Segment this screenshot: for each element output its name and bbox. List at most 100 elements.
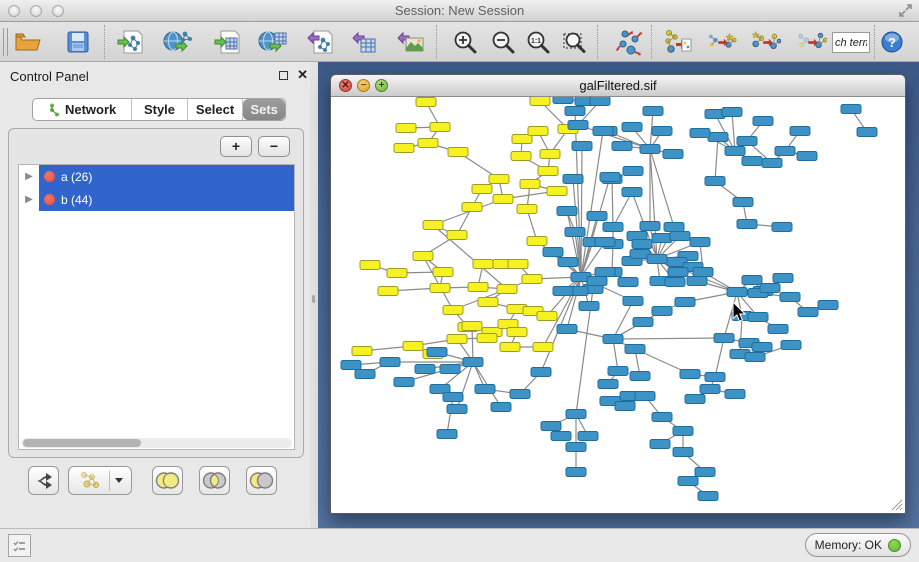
graph-node[interactable]	[612, 142, 632, 151]
panel-splitter[interactable]	[310, 62, 318, 528]
graph-node[interactable]	[443, 306, 463, 315]
graph-node[interactable]	[447, 405, 467, 414]
graph-node[interactable]	[647, 255, 667, 264]
graph-node[interactable]	[737, 137, 757, 146]
graph-node[interactable]	[427, 348, 447, 357]
graph-node[interactable]	[773, 274, 793, 283]
graph-node[interactable]	[633, 318, 653, 327]
export-table-button[interactable]	[349, 27, 379, 57]
graph-node[interactable]	[595, 238, 615, 247]
zoom-in-button[interactable]	[450, 27, 480, 57]
graph-node[interactable]	[760, 284, 780, 293]
set-union-button[interactable]	[152, 466, 183, 495]
graph-node[interactable]	[565, 228, 585, 237]
add-set-button[interactable]: +	[220, 136, 252, 157]
graph-node[interactable]	[447, 231, 467, 240]
graph-node[interactable]	[437, 430, 457, 439]
graph-node[interactable]	[355, 370, 375, 379]
graph-node[interactable]	[527, 237, 547, 246]
graph-node[interactable]	[528, 127, 548, 136]
graph-node[interactable]	[664, 223, 684, 232]
graph-node[interactable]	[690, 238, 710, 247]
graph-node[interactable]	[652, 413, 672, 422]
graph-node[interactable]	[418, 139, 438, 148]
graph-node[interactable]	[566, 443, 586, 452]
graph-node[interactable]	[608, 367, 628, 376]
graph-node[interactable]	[590, 97, 610, 106]
graph-node[interactable]	[857, 128, 877, 137]
graph-node[interactable]	[568, 121, 588, 130]
graph-node[interactable]	[443, 393, 463, 402]
graph-node[interactable]	[522, 275, 542, 284]
graph-node[interactable]	[603, 223, 623, 232]
graph-node[interactable]	[623, 297, 643, 306]
graph-node[interactable]	[742, 276, 762, 285]
graph-node[interactable]	[447, 335, 467, 344]
remove-set-button[interactable]: −	[258, 136, 290, 157]
graph-node[interactable]	[587, 277, 607, 286]
graph-node[interactable]	[566, 468, 586, 477]
graph-node[interactable]	[468, 283, 488, 292]
graph-node[interactable]	[557, 207, 577, 216]
graph-node[interactable]	[507, 328, 527, 337]
graph-node[interactable]	[742, 157, 762, 166]
graph-node[interactable]	[540, 150, 560, 159]
import-table-url-button[interactable]	[258, 27, 288, 57]
zoom-out-button[interactable]	[488, 27, 518, 57]
graph-node[interactable]	[543, 248, 563, 257]
graph-node[interactable]	[533, 343, 553, 352]
dropdown-arrow-icon[interactable]	[115, 478, 123, 483]
graph-node[interactable]	[579, 302, 599, 311]
set-intersection-button[interactable]	[199, 466, 230, 495]
list-item[interactable]: ▶ a (26)	[19, 165, 294, 188]
network-frame[interactable]: ✕ − + galFiltered.sif	[330, 74, 906, 514]
graph-node[interactable]	[752, 343, 772, 352]
scrollbar-thumb[interactable]	[23, 439, 141, 447]
graph-node[interactable]	[598, 380, 618, 389]
graph-node[interactable]	[687, 277, 707, 286]
graph-node[interactable]	[841, 105, 861, 114]
zoom-actual-size-button[interactable]: 1:1	[523, 27, 553, 57]
network-frame-titlebar[interactable]: ✕ − + galFiltered.sif	[331, 75, 905, 97]
zoom-fit-selected-button[interactable]	[560, 27, 590, 57]
frame-close-button[interactable]: ✕	[339, 79, 352, 92]
graph-node[interactable]	[394, 378, 414, 387]
graph-node[interactable]	[727, 288, 747, 297]
network-canvas[interactable]	[331, 97, 905, 513]
graph-node[interactable]	[510, 390, 530, 399]
graph-node[interactable]	[403, 342, 423, 351]
graph-node[interactable]	[566, 410, 586, 419]
graph-node[interactable]	[650, 440, 670, 449]
graph-node[interactable]	[538, 167, 558, 176]
close-panel-icon[interactable]: ✕	[297, 68, 308, 82]
graph-node[interactable]	[622, 123, 642, 132]
graph-node[interactable]	[500, 343, 520, 352]
graph-node[interactable]	[508, 260, 528, 269]
graph-node[interactable]	[511, 152, 531, 161]
graph-node[interactable]	[652, 234, 672, 243]
graph-node[interactable]	[396, 124, 416, 133]
graph-node[interactable]	[477, 334, 497, 343]
help-button[interactable]: ?	[877, 27, 907, 57]
graph-node[interactable]	[416, 98, 436, 107]
graph-node[interactable]	[623, 167, 643, 176]
task-history-button[interactable]	[8, 534, 31, 557]
graph-node[interactable]	[708, 133, 728, 142]
graph-node[interactable]	[531, 368, 551, 377]
graph-node[interactable]	[572, 142, 592, 151]
graph-node[interactable]	[491, 403, 511, 412]
set-difference-button[interactable]	[246, 466, 277, 495]
graph-node[interactable]	[630, 372, 650, 381]
toolbar-drag-handle[interactable]	[3, 28, 8, 56]
graph-node[interactable]	[668, 268, 688, 277]
graph-node[interactable]	[387, 269, 407, 278]
graph-node[interactable]	[652, 307, 672, 316]
graph-node[interactable]	[618, 278, 638, 287]
graph-node[interactable]	[625, 345, 645, 354]
graph-node[interactable]	[493, 195, 513, 204]
save-session-button[interactable]	[63, 27, 93, 57]
graph-node[interactable]	[698, 492, 718, 501]
graph-node[interactable]	[565, 107, 585, 116]
graph-node[interactable]	[690, 129, 710, 138]
graph-node[interactable]	[663, 150, 683, 159]
